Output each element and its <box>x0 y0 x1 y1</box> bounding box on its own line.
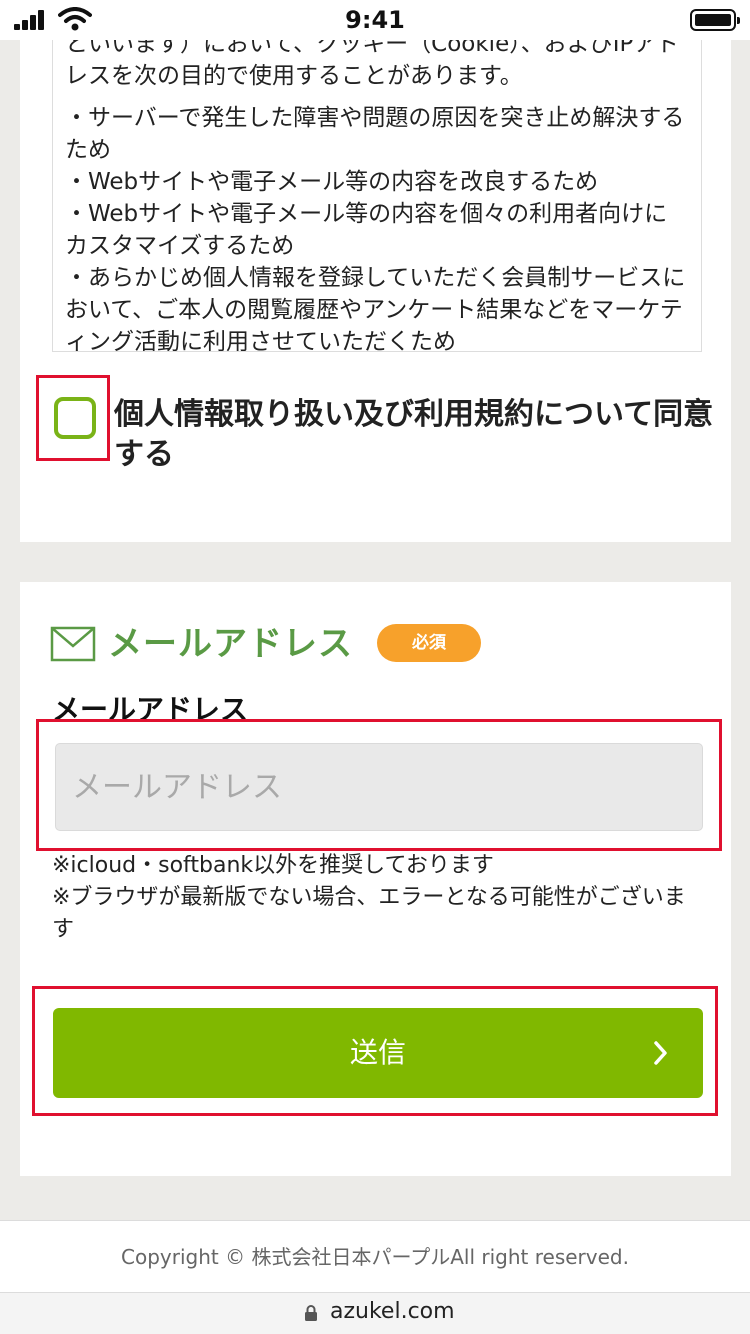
email-form-card: メールアドレス 必須 メールアドレス ※icloud・softbank以外を推奨… <box>20 582 731 1176</box>
consent-checkbox[interactable] <box>54 397 96 439</box>
submit-button-highlight: 送信 <box>32 986 718 1116</box>
consent-row: 個人情報取り扱い及び利用規約について同意する <box>36 375 726 472</box>
consent-label[interactable]: 個人情報取り扱い及び利用規約について同意する <box>114 395 714 475</box>
privacy-intro-text: といいます）において、クッキー（Cookie）、およびIPアドレスを次の目的で使… <box>65 40 680 89</box>
battery-icon <box>690 9 740 31</box>
email-note: ※icloud・softbank以外を推奨しております <box>52 853 494 878</box>
status-bar: 9:41 <box>0 0 750 40</box>
privacy-purpose-item: ・あらかじめ個人情報を登録していただく会員制サービスにおいて、ご本人の閲覧履歴や… <box>65 265 686 352</box>
privacy-card: といいます）において、クッキー（Cookie）、およびIPアドレスを次の目的で使… <box>20 40 731 542</box>
section-title: メールアドレス <box>108 624 353 664</box>
email-note: ※ブラウザが最新版でない場合、エラーとなる可能性がございます <box>52 885 686 942</box>
copyright-text: Copyright © 株式会社日本パープルAll right reserved… <box>121 1245 629 1269</box>
status-time: 9:41 <box>345 6 405 34</box>
chevron-right-icon <box>654 1041 667 1065</box>
email-notes: ※icloud・softbank以外を推奨しております ※ブラウザが最新版でない… <box>52 850 702 946</box>
email-section-header: メールアドレス 必須 <box>50 622 700 666</box>
required-badge: 必須 <box>377 624 481 662</box>
footer: Copyright © 株式会社日本パープルAll right reserved… <box>0 1220 750 1292</box>
consent-checkbox-highlight <box>36 375 110 461</box>
lock-icon <box>305 1305 317 1321</box>
privacy-purpose-list: ・サーバーで発生した障害や問題の原因を突き止め解決するため ・Webサイトや電子… <box>65 102 689 352</box>
envelope-icon <box>50 626 96 662</box>
url-text[interactable]: azukel.com <box>330 1299 455 1324</box>
privacy-purpose-item: ・サーバーで発生した障害や問題の原因を突き止め解決するため <box>65 105 685 163</box>
privacy-policy-scroll-box[interactable]: といいます）において、クッキー（Cookie）、およびIPアドレスを次の目的で使… <box>52 40 702 352</box>
submit-button-label: 送信 <box>349 1037 406 1068</box>
submit-button[interactable]: 送信 <box>53 1008 703 1098</box>
email-input-highlight <box>36 719 722 851</box>
privacy-purpose-item: ・Webサイトや電子メール等の内容を改良するため <box>65 169 599 195</box>
privacy-purpose-item: ・Webサイトや電子メール等の内容を個々の利用者向けにカスタマイズするため <box>65 201 668 259</box>
email-input[interactable] <box>55 743 703 831</box>
browser-url-bar[interactable]: azukel.com <box>0 1292 750 1334</box>
